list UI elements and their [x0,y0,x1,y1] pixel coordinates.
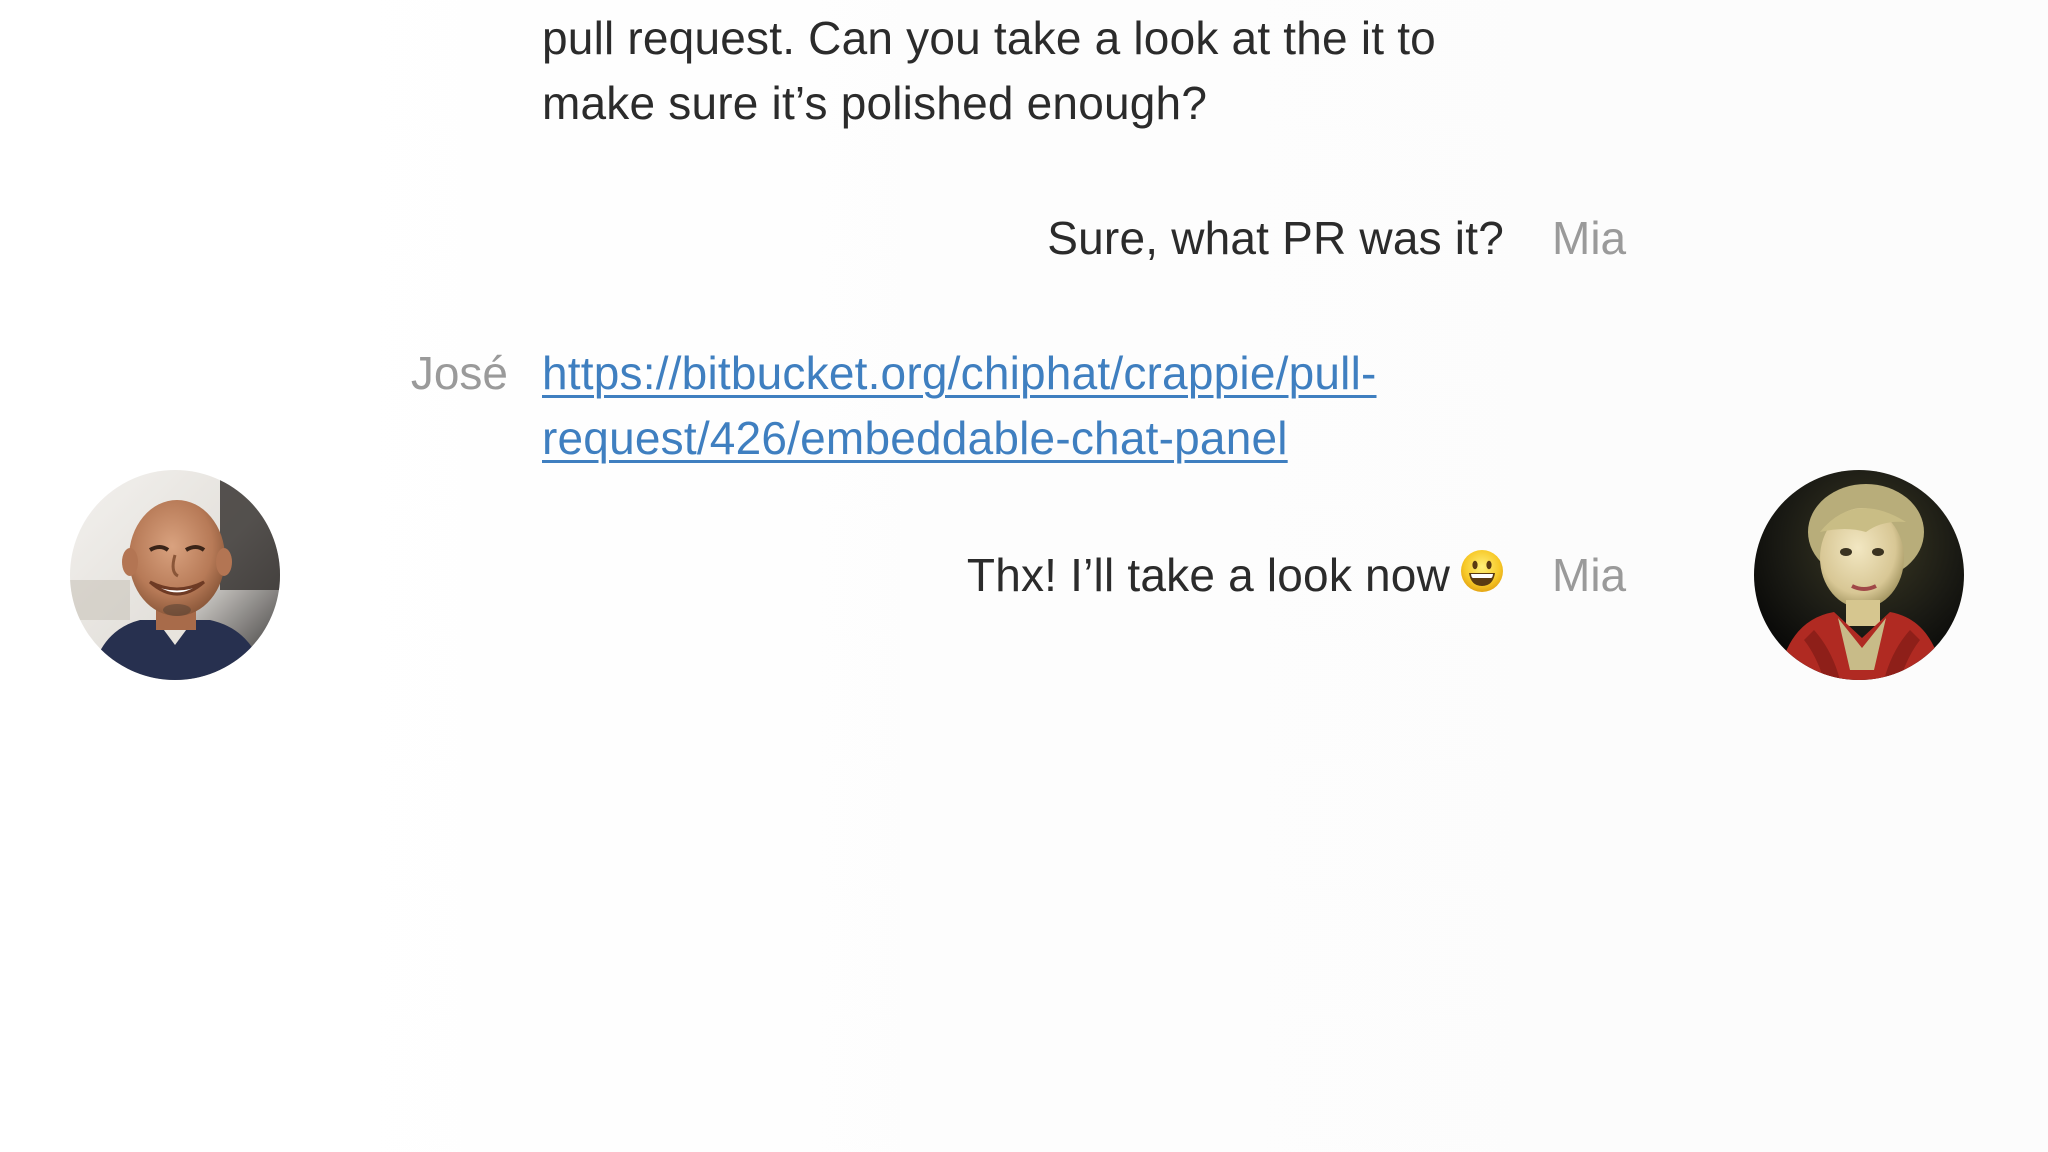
pr-link-line[interactable]: request/426/embeddable-chat-panel [542,412,1288,464]
message-line: pull request. Can you take a look at the… [542,12,1436,64]
man-smiling-avatar[interactable] [70,470,280,680]
sender-name: Mia [1552,549,1627,601]
woman-portrait-avatar[interactable] [1754,470,1964,680]
message-text: pull request. Can you take a look at the… [542,6,1436,136]
conversation-thread: pull request. Can you take a look at the… [0,0,2048,1152]
grinning-face-emoji [1460,545,1504,592]
sender-name: José [410,347,508,399]
message-text: Thx! I’ll take a look now [967,543,1504,608]
chat-window: pull request. Can you take a look at the… [0,0,2048,1152]
sender-name: Mia [1552,212,1627,264]
message-link[interactable]: https://bitbucket.org/chiphat/crappie/pu… [542,341,1377,471]
message-line: make sure it’s polished enough? [542,77,1208,129]
message-body: Thx! I’ll take a look now [966,549,1450,601]
pr-link-line[interactable]: https://bitbucket.org/chiphat/crappie/pu… [542,347,1377,399]
message-text: Sure, what PR was it? [1047,212,1504,264]
